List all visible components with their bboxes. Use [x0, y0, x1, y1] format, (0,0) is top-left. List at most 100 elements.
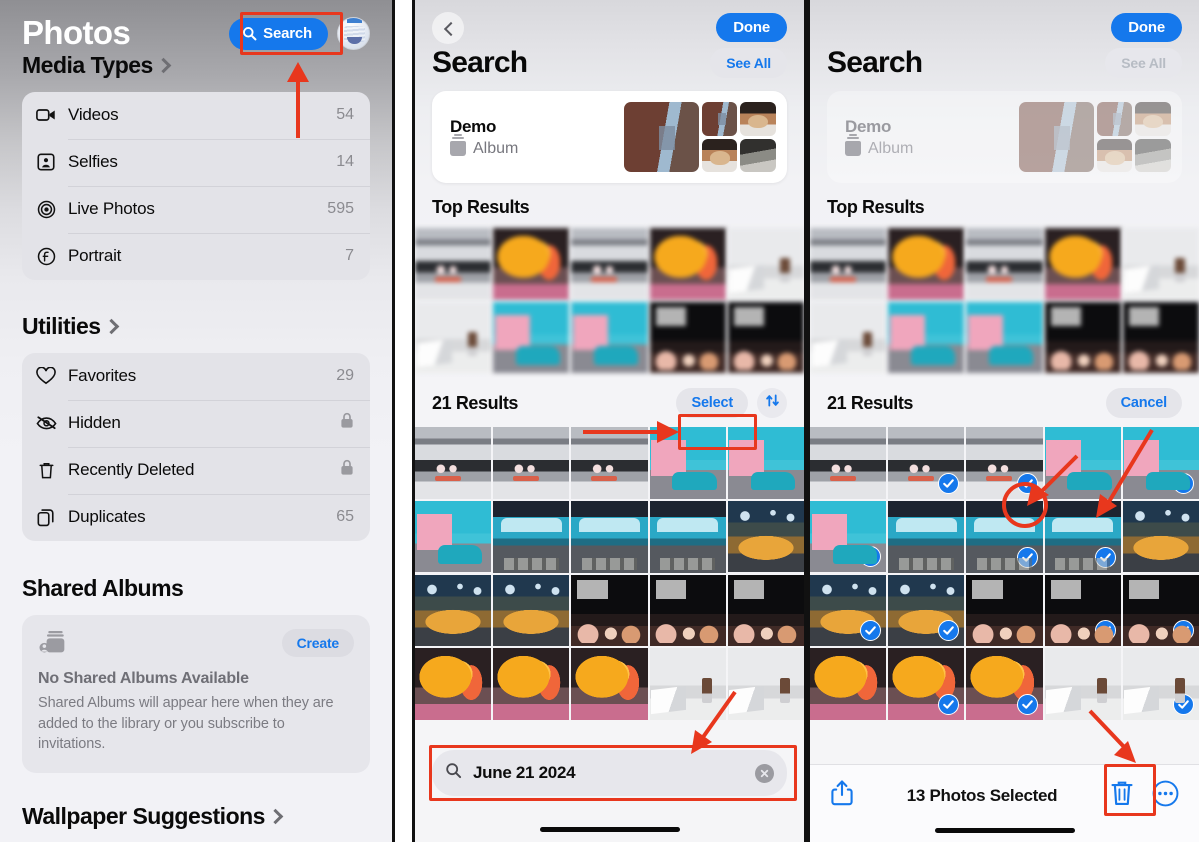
photo-thumbnail[interactable] — [493, 427, 570, 499]
photo-thumbnail[interactable] — [571, 228, 648, 300]
photo-thumbnail[interactable] — [649, 228, 726, 300]
selection-checkmark-icon[interactable] — [1094, 546, 1116, 568]
list-item-videos[interactable]: Videos 54 — [22, 92, 370, 139]
photo-thumbnail[interactable] — [415, 228, 492, 300]
create-shared-album-button[interactable]: Create — [281, 628, 354, 657]
search-input[interactable]: June 21 2024 — [432, 750, 787, 796]
album-result-card[interactable]: Demo Album — [432, 91, 787, 183]
photo-thumbnail[interactable] — [571, 301, 648, 374]
photo-thumbnail[interactable] — [493, 574, 570, 647]
photo-thumbnail[interactable] — [649, 648, 726, 720]
photo-thumbnail[interactable] — [649, 427, 726, 499]
photo-thumbnail[interactable] — [810, 427, 887, 499]
photo-thumbnail[interactable] — [1044, 574, 1121, 647]
list-item-hidden[interactable]: Hidden — [22, 399, 370, 447]
photo-thumbnail[interactable] — [727, 301, 804, 374]
selection-checkmark-icon[interactable] — [1172, 472, 1194, 494]
photo-thumbnail[interactable] — [1044, 648, 1121, 720]
photo-thumbnail[interactable] — [571, 500, 648, 573]
list-item-favorites[interactable]: Favorites 29 — [22, 353, 370, 400]
selection-checkmark-icon[interactable] — [938, 693, 960, 715]
selection-checkmark-icon[interactable] — [1094, 620, 1116, 642]
photo-thumbnail[interactable] — [571, 648, 648, 720]
select-button[interactable]: Select — [676, 388, 748, 419]
list-item-portrait[interactable]: Portrait 7 — [22, 232, 370, 280]
cancel-button[interactable]: Cancel — [1105, 388, 1182, 419]
share-icon[interactable] — [830, 779, 854, 812]
photo-thumbnail[interactable] — [415, 574, 492, 647]
list-item-recently-deleted[interactable]: Recently Deleted — [22, 446, 370, 494]
photo-thumbnail[interactable] — [1044, 500, 1121, 573]
photo-thumbnail[interactable] — [966, 427, 1043, 499]
photo-thumbnail[interactable] — [727, 648, 804, 720]
done-button[interactable]: Done — [716, 13, 787, 42]
photo-thumbnail[interactable] — [649, 574, 726, 647]
list-item-selfies[interactable]: Selfies 14 — [22, 138, 370, 186]
search-button[interactable]: Search — [229, 17, 328, 50]
photo-thumbnail[interactable] — [1044, 301, 1121, 374]
photo-thumbnail[interactable] — [810, 648, 887, 720]
photo-thumbnail[interactable] — [493, 500, 570, 573]
photo-thumbnail[interactable] — [1122, 228, 1199, 300]
photo-thumbnail[interactable] — [966, 574, 1043, 647]
photo-thumbnail[interactable] — [888, 500, 965, 573]
photo-thumbnail[interactable] — [888, 648, 965, 720]
photo-thumbnail[interactable] — [415, 301, 492, 374]
photo-thumbnail[interactable] — [727, 427, 804, 499]
selection-checkmark-icon[interactable] — [1016, 472, 1038, 494]
photo-thumbnail[interactable] — [888, 301, 965, 374]
photo-thumbnail[interactable] — [1044, 427, 1121, 499]
more-circle-icon[interactable] — [1152, 780, 1179, 812]
photo-thumbnail[interactable] — [1122, 301, 1199, 374]
photo-thumbnail[interactable] — [966, 301, 1043, 374]
photo-thumbnail[interactable] — [1122, 648, 1199, 720]
photo-thumbnail[interactable] — [493, 228, 570, 300]
photo-thumbnail[interactable] — [888, 574, 965, 647]
sort-button[interactable] — [757, 388, 787, 419]
photo-thumbnail[interactable] — [810, 228, 887, 300]
photo-thumbnail[interactable] — [1122, 427, 1199, 499]
back-button[interactable] — [432, 11, 464, 44]
clear-x-icon[interactable] — [755, 763, 774, 783]
photo-thumbnail[interactable] — [727, 574, 804, 647]
photo-thumbnail[interactable] — [888, 228, 965, 300]
photo-thumbnail[interactable] — [649, 301, 726, 374]
photo-thumbnail[interactable] — [966, 228, 1043, 300]
selection-checkmark-icon[interactable] — [860, 620, 882, 642]
photo-thumbnail[interactable] — [810, 301, 887, 374]
photo-thumbnail[interactable] — [966, 648, 1043, 720]
photo-thumbnail[interactable] — [571, 427, 648, 499]
section-header-media-types[interactable]: Media Types — [22, 52, 370, 79]
photo-thumbnail[interactable] — [966, 500, 1043, 573]
photo-thumbnail[interactable] — [415, 500, 492, 573]
photo-thumbnail[interactable] — [1122, 500, 1199, 573]
photo-thumbnail[interactable] — [493, 648, 570, 720]
list-item-duplicates[interactable]: Duplicates 65 — [22, 493, 370, 541]
selection-checkmark-icon[interactable] — [1016, 546, 1038, 568]
photo-thumbnail[interactable] — [1044, 228, 1121, 300]
avatar[interactable] — [337, 17, 370, 50]
photo-thumbnail[interactable] — [415, 427, 492, 499]
photo-thumbnail[interactable] — [493, 301, 570, 374]
selection-checkmark-icon[interactable] — [1172, 693, 1194, 715]
photo-thumbnail[interactable] — [727, 228, 804, 300]
see-all-button[interactable]: See All — [710, 48, 787, 78]
selection-checkmark-icon[interactable] — [1016, 693, 1038, 715]
photo-thumbnail[interactable] — [727, 500, 804, 573]
selection-checkmark-icon[interactable] — [1172, 620, 1194, 642]
done-button[interactable]: Done — [1111, 13, 1182, 42]
photo-thumbnail[interactable] — [571, 574, 648, 647]
list-item-live-photos[interactable]: Live Photos 595 — [22, 185, 370, 233]
photo-thumbnail[interactable] — [1122, 574, 1199, 647]
selection-checkmark-icon[interactable] — [938, 472, 960, 494]
photo-thumbnail[interactable] — [415, 648, 492, 720]
trash-icon[interactable] — [1110, 779, 1134, 812]
photo-thumbnail[interactable] — [810, 500, 887, 573]
photo-thumbnail[interactable] — [649, 500, 726, 573]
selection-checkmark-icon[interactable] — [860, 546, 882, 568]
selection-checkmark-icon[interactable] — [938, 620, 960, 642]
photo-thumbnail[interactable] — [888, 427, 965, 499]
photo-thumbnail[interactable] — [810, 574, 887, 647]
section-header-utilities[interactable]: Utilities — [22, 313, 370, 340]
section-header-wallpaper-suggestions[interactable]: Wallpaper Suggestions — [22, 803, 370, 830]
